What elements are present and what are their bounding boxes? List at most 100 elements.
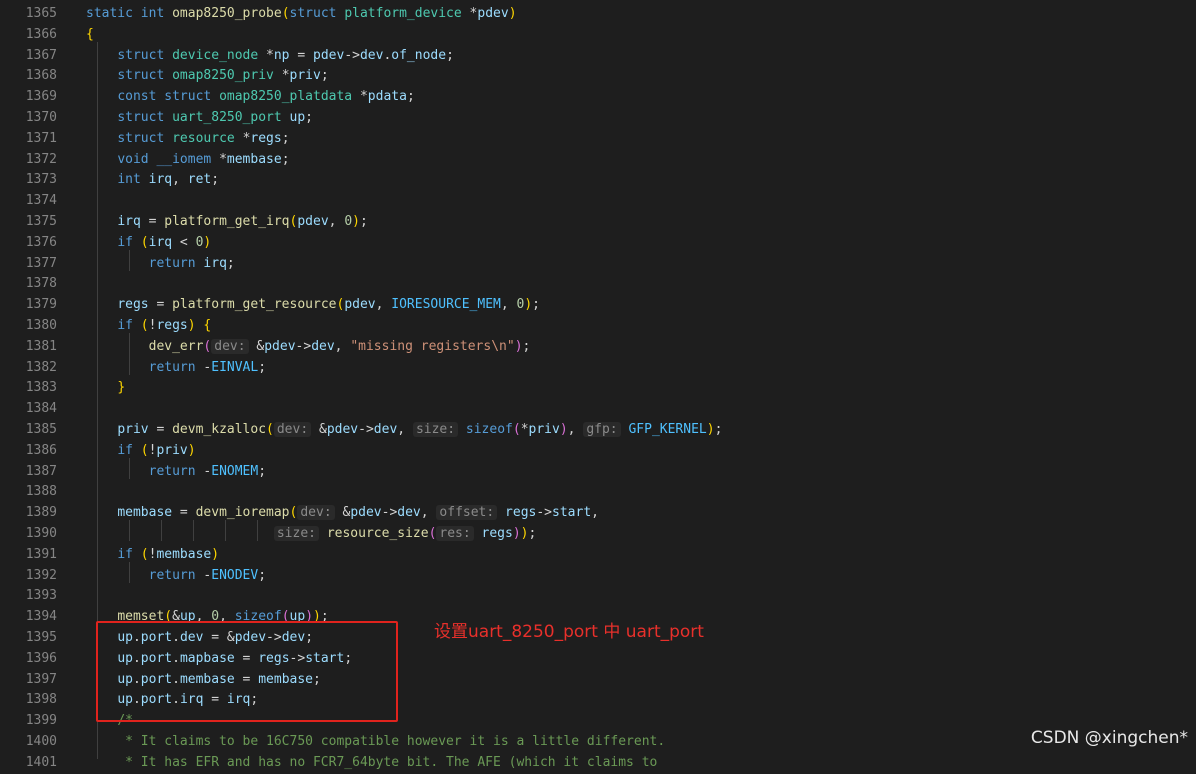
code-token: platform_get_resource <box>172 297 337 313</box>
code-text: size: resource_size(res: regs)); <box>86 524 536 545</box>
code-token: return <box>148 463 204 479</box>
code-token: priv <box>528 422 560 437</box>
code-token: static <box>86 6 141 21</box>
code-token: sizeof <box>465 422 513 437</box>
code-text: dev_err(dev: &pdev->dev, "missing regist… <box>86 337 530 358</box>
code-token: devm_ioremap <box>195 505 290 521</box>
line-number: 1375 <box>25 214 57 229</box>
code-token: , <box>172 172 188 188</box>
code-token: regs <box>117 297 149 313</box>
code-token: * It claims to be 16C750 compatible howe… <box>117 734 666 749</box>
code-token: dev <box>373 422 398 437</box>
annotation-highlight-box <box>96 621 398 722</box>
code-line[interactable]: 1388 <box>0 482 1196 503</box>
line-number: 1386 <box>25 442 57 458</box>
code-line[interactable]: 1400 * It claims to be 16C750 compatible… <box>0 732 1196 753</box>
code-line[interactable]: 1380 if (!regs) { <box>0 316 1196 337</box>
indent-guide <box>129 333 130 375</box>
code-token: ; <box>305 110 313 125</box>
code-token: ENOMEM <box>211 463 259 479</box>
line-number: 1391 <box>25 546 57 562</box>
line-number: 1392 <box>25 567 57 583</box>
code-text: if (!membase) <box>86 545 219 566</box>
code-token: pdev <box>313 47 345 63</box>
code-line[interactable]: 1385 priv = devm_kzalloc(dev: &pdev->dev… <box>0 420 1196 441</box>
indent-guide <box>129 562 130 583</box>
code-line[interactable]: 1383 } <box>0 378 1196 399</box>
line-number: 1380 <box>25 318 57 333</box>
code-token: ) <box>211 546 220 562</box>
code-text: regs = platform_get_resource(pdev, IORES… <box>86 295 540 316</box>
code-token: , <box>500 297 517 313</box>
code-token: start <box>552 505 592 521</box>
code-line[interactable]: 1389 membase = devm_ioremap(dev: &pdev->… <box>0 503 1196 524</box>
code-token: , <box>567 422 584 437</box>
code-line[interactable]: 1401 * It has EFR and has no FCR7_64byte… <box>0 753 1196 774</box>
indent-guide <box>257 520 258 541</box>
parameter-hint: dev: <box>211 338 249 354</box>
code-token: -> <box>344 47 360 63</box>
code-line[interactable]: 1382 return -EINVAL; <box>0 358 1196 379</box>
line-number: 1393 <box>25 588 57 604</box>
code-line[interactable]: 1386 if (!priv) <box>0 441 1196 462</box>
code-line[interactable]: 1375 irq = platform_get_irq(pdev, 0); <box>0 212 1196 233</box>
code-text: * It has EFR and has no FCR7_64byte bit.… <box>86 753 657 774</box>
code-line[interactable]: 1370 struct uart_8250_port up; <box>0 108 1196 129</box>
code-token: } <box>117 380 126 396</box>
code-line[interactable]: 1374 <box>0 191 1196 212</box>
code-token: priv <box>156 442 188 458</box>
code-token: regs <box>250 130 282 146</box>
code-token: , <box>328 214 345 229</box>
parameter-hint: size: <box>273 526 319 541</box>
code-text: return -ENOMEM; <box>86 462 266 483</box>
code-line[interactable]: 1372 void __iomem *membase; <box>0 150 1196 171</box>
code-line[interactable]: 1379 regs = platform_get_resource(pdev, … <box>0 295 1196 316</box>
code-token: omap8250_priv <box>172 68 282 84</box>
code-line[interactable]: 1371 struct resource *regs; <box>0 129 1196 150</box>
code-token: omap8250_platdata <box>219 89 360 105</box>
code-line[interactable]: 1381 dev_err(dev: &pdev->dev, "missing r… <box>0 337 1196 358</box>
code-line[interactable]: 1365 static int omap8250_probe(struct pla… <box>0 4 1196 25</box>
code-line[interactable]: 1369 const struct omap8250_platdata *pda… <box>0 87 1196 108</box>
indent-guide <box>225 520 226 541</box>
code-token: ; <box>226 255 235 271</box>
code-token: np <box>273 47 290 63</box>
code-token: ; <box>281 130 290 146</box>
code-line[interactable]: 1391 if (!membase) <box>0 545 1196 566</box>
code-line[interactable]: 1367 struct device_node *np = pdev->dev.… <box>0 46 1196 67</box>
code-token: regs <box>156 318 188 333</box>
code-line[interactable]: 1376 if (irq < 0) <box>0 233 1196 254</box>
code-token: return <box>148 359 204 375</box>
code-line[interactable]: 1373 int irq, ret; <box>0 170 1196 191</box>
code-line[interactable]: 1393 <box>0 586 1196 607</box>
code-line[interactable]: 1378 <box>0 274 1196 295</box>
code-token: * <box>520 422 529 437</box>
code-line[interactable]: 1384 <box>0 399 1196 420</box>
code-token: ; <box>320 68 329 84</box>
code-token: 0 <box>344 214 353 229</box>
code-line[interactable]: 1387 return -ENOMEM; <box>0 462 1196 483</box>
code-token: ; <box>522 338 531 354</box>
code-token: ( <box>140 546 149 562</box>
code-token: regs <box>481 526 513 541</box>
code-line[interactable]: 1377 return irq; <box>0 254 1196 275</box>
code-line[interactable]: 1392 return -ENODEV; <box>0 566 1196 587</box>
code-token: = <box>172 505 196 521</box>
code-line[interactable]: 1366 { <box>0 25 1196 46</box>
code-token: ) <box>514 338 523 354</box>
code-token: = <box>148 422 173 437</box>
code-line[interactable]: 1368 struct omap8250_priv *priv; <box>0 66 1196 87</box>
code-token: & <box>248 338 265 354</box>
code-line[interactable]: 1390 size: resource_size(res: regs)); <box>0 524 1196 545</box>
parameter-hint: offset: <box>436 505 498 521</box>
